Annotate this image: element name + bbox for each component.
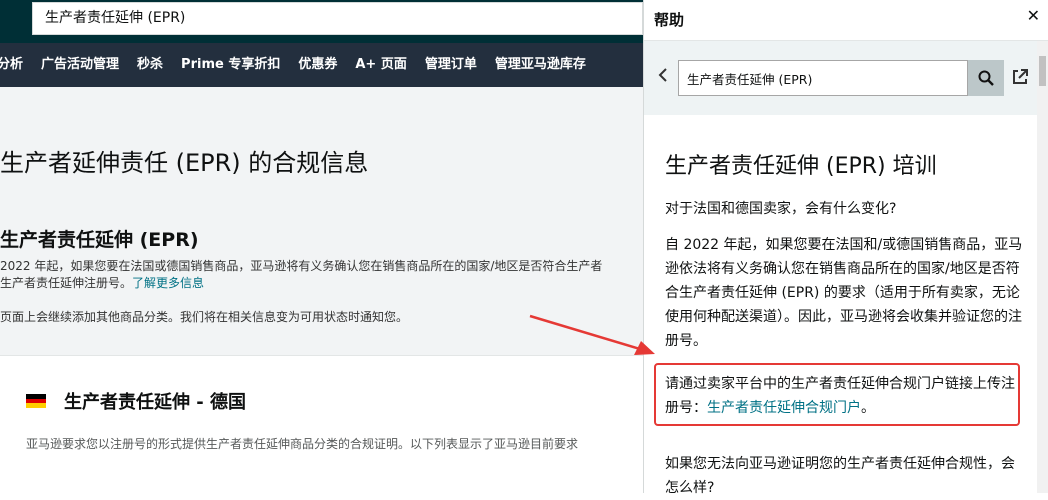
help-scrollbar[interactable] [1037, 41, 1048, 493]
top-bar: 生产者责任延伸 (EPR) [0, 0, 643, 43]
nav-item-coupons[interactable]: 优惠券 [289, 43, 346, 87]
article-title: 生产者责任延伸 (EPR) 培训 [665, 154, 937, 179]
nav-item-analytics[interactable]: 分析 [0, 43, 32, 87]
epr-description-line1: 2022 年起，如果您要在法国或德国销售商品，亚马逊将有义务确认您在销售商品所在… [0, 259, 603, 273]
germany-flag-icon [26, 394, 46, 409]
section-title: 生产者责任延伸 (EPR) [0, 229, 199, 251]
chevron-left-icon[interactable] [658, 67, 668, 86]
close-icon[interactable]: ✕ [1027, 6, 1040, 25]
germany-description: 亚马逊要求您以注册号的形式提供生产者责任延伸商品分类的合规证明。以下列表显示了亚… [26, 437, 579, 451]
help-search-input[interactable] [678, 60, 968, 96]
main-nav: 分析 广告活动管理 秒杀 Prime 专享折扣 优惠券 A+ 页面 管理订单 管… [0, 43, 643, 87]
categories-note: 页面上会继续添加其他商品分类。我们将在相关信息变为可用状态时通知您。 [0, 310, 409, 324]
help-panel: 帮助 ✕ 生产者责任延伸 (EPR) 培训 对于法国和德国卖家，会有什么变化? … [643, 0, 1048, 496]
page-title: 生产者延伸责任 (EPR) 的合规信息 [0, 149, 369, 177]
germany-title: 生产者责任延伸 - 德国 [64, 392, 247, 413]
nav-item-campaign-manager[interactable]: 广告活动管理 [32, 43, 128, 87]
upload-instruction: 请通过卖家平台中的生产者责任延伸合规门户链接上传注册号：生产者责任延伸合规门户。 [665, 372, 1015, 420]
compliance-portal-link[interactable]: 生产者责任延伸合规门户 [707, 400, 861, 416]
nav-item-manage-orders[interactable]: 管理订单 [416, 43, 486, 87]
nav-item-prime-discounts[interactable]: Prime 专享折扣 [172, 43, 289, 87]
nav-item-a-plus[interactable]: A+ 页面 [346, 43, 415, 87]
search-icon [978, 70, 994, 86]
answer-1: 自 2022 年起，如果您要在法国和/或德国销售商品，亚马逊依法将有义务确认您在… [665, 237, 1023, 349]
germany-header: 生产者责任延伸 - 德国 [26, 388, 246, 414]
open-external-icon[interactable] [1011, 68, 1029, 90]
nav-item-deals[interactable]: 秒杀 [128, 43, 172, 87]
epr-description: 2022 年起，如果您要在法国或德国销售商品，亚马逊将有义务确认您在销售商品所在… [0, 258, 643, 292]
scroll-thumb[interactable] [1039, 56, 1046, 86]
learn-more-link[interactable]: 了解更多信息 [132, 276, 204, 290]
epr-description-line2: 生产者责任延伸注册号。 [0, 276, 133, 290]
help-title: 帮助 [654, 11, 685, 29]
search-input[interactable]: 生产者责任延伸 (EPR) [32, 2, 643, 35]
nav-item-manage-inventory[interactable]: 管理亚马逊库存 [486, 43, 595, 87]
upload-instruction-end: 。 [861, 400, 875, 416]
question-1: 对于法国和德国卖家，会有什么变化? [665, 201, 897, 217]
help-header: 帮助 ✕ [644, 0, 1048, 41]
help-search-bar [644, 41, 1037, 115]
search-button[interactable] [968, 60, 1004, 96]
